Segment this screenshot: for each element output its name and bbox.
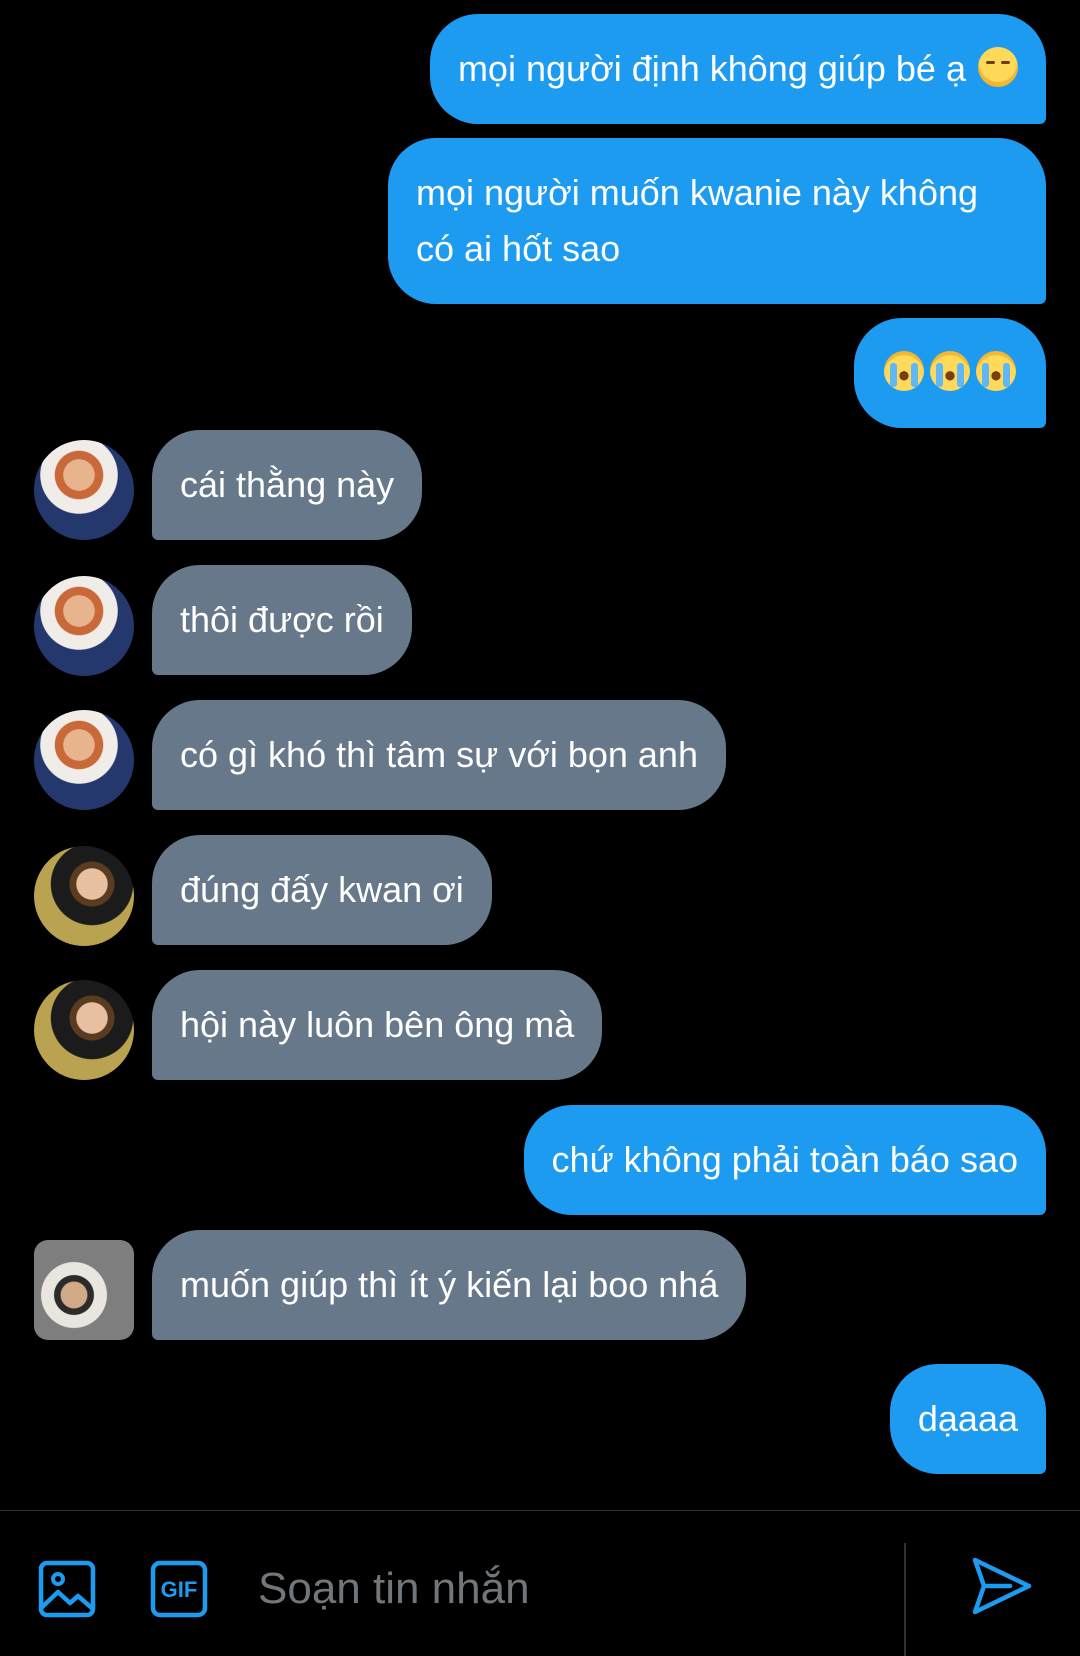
- message-incoming[interactable]: cái thằng này: [152, 430, 423, 540]
- pensive-face-emoji-icon: [978, 47, 1018, 87]
- message-incoming[interactable]: có gì khó thì tâm sự với bọn anh: [152, 700, 726, 810]
- avatar[interactable]: [34, 440, 134, 540]
- loudly-crying-face-emoji-icon: [930, 351, 970, 391]
- message-text: đúng đấy kwan ơi: [180, 869, 464, 910]
- image-icon[interactable]: [38, 1560, 96, 1618]
- message-text: chứ không phải toàn báo sao: [551, 1139, 1018, 1180]
- message-input[interactable]: [258, 1551, 858, 1627]
- avatar[interactable]: [34, 846, 134, 946]
- message-text: có gì khó thì tâm sự với bọn anh: [180, 734, 698, 775]
- message-outgoing[interactable]: mọi người định không giúp bé ạ: [429, 14, 1046, 124]
- message-text: cái thằng này: [180, 464, 395, 505]
- gif-icon[interactable]: GIF: [150, 1560, 208, 1618]
- message-bubble[interactable]: đúng đấy kwan ơi: [152, 835, 492, 945]
- message-bubble[interactable]: [854, 318, 1046, 428]
- avatar[interactable]: [34, 1240, 134, 1340]
- message-text: dạaaa: [917, 1398, 1018, 1439]
- message-bubble[interactable]: dạaaa: [889, 1364, 1046, 1474]
- message-incoming[interactable]: thôi được rồi: [152, 565, 412, 675]
- message-text: hội này luôn bên ông mà: [180, 1004, 575, 1045]
- message-thread: mọi người định không giúp bé ạ mọi người…: [0, 0, 1080, 1510]
- message-bubble[interactable]: có gì khó thì tâm sự với bọn anh: [152, 700, 726, 810]
- message-bubble[interactable]: mọi người muốn kwanie này không có ai hố…: [388, 138, 1046, 304]
- message-incoming[interactable]: hội này luôn bên ông mà: [152, 970, 603, 1080]
- gif-label: GIF: [161, 1577, 198, 1602]
- message-text: mọi người muốn kwanie này không có ai hố…: [416, 172, 979, 269]
- avatar[interactable]: [34, 576, 134, 676]
- loudly-crying-face-emoji-icon: [884, 351, 924, 391]
- message-text: mọi người định không giúp bé ạ: [457, 48, 966, 89]
- message-bubble[interactable]: cái thằng này: [152, 430, 423, 540]
- message-bubble[interactable]: chứ không phải toàn báo sao: [523, 1105, 1046, 1215]
- loudly-crying-face-emoji-icon: [976, 351, 1016, 391]
- message-text: muốn giúp thì ít ý kiến lại boo nhá: [180, 1264, 719, 1305]
- message-composer: GIF: [0, 1510, 1080, 1656]
- message-outgoing[interactable]: dạaaa: [889, 1364, 1046, 1474]
- message-bubble[interactable]: mọi người định không giúp bé ạ: [429, 14, 1046, 124]
- message-outgoing[interactable]: chứ không phải toàn báo sao: [523, 1105, 1046, 1215]
- avatar[interactable]: [34, 980, 134, 1080]
- composer-divider: [904, 1543, 906, 1656]
- message-incoming[interactable]: muốn giúp thì ít ý kiến lại boo nhá: [152, 1230, 747, 1340]
- message-bubble[interactable]: muốn giúp thì ít ý kiến lại boo nhá: [152, 1230, 747, 1340]
- message-bubble[interactable]: hội này luôn bên ông mà: [152, 970, 603, 1080]
- message-text: thôi được rồi: [180, 599, 384, 640]
- message-outgoing[interactable]: [854, 318, 1046, 428]
- message-outgoing[interactable]: mọi người muốn kwanie này không có ai hố…: [388, 138, 1046, 304]
- message-bubble[interactable]: thôi được rồi: [152, 565, 412, 675]
- send-icon[interactable]: [970, 1554, 1034, 1618]
- avatar[interactable]: [34, 710, 134, 810]
- message-incoming[interactable]: đúng đấy kwan ơi: [152, 835, 492, 945]
